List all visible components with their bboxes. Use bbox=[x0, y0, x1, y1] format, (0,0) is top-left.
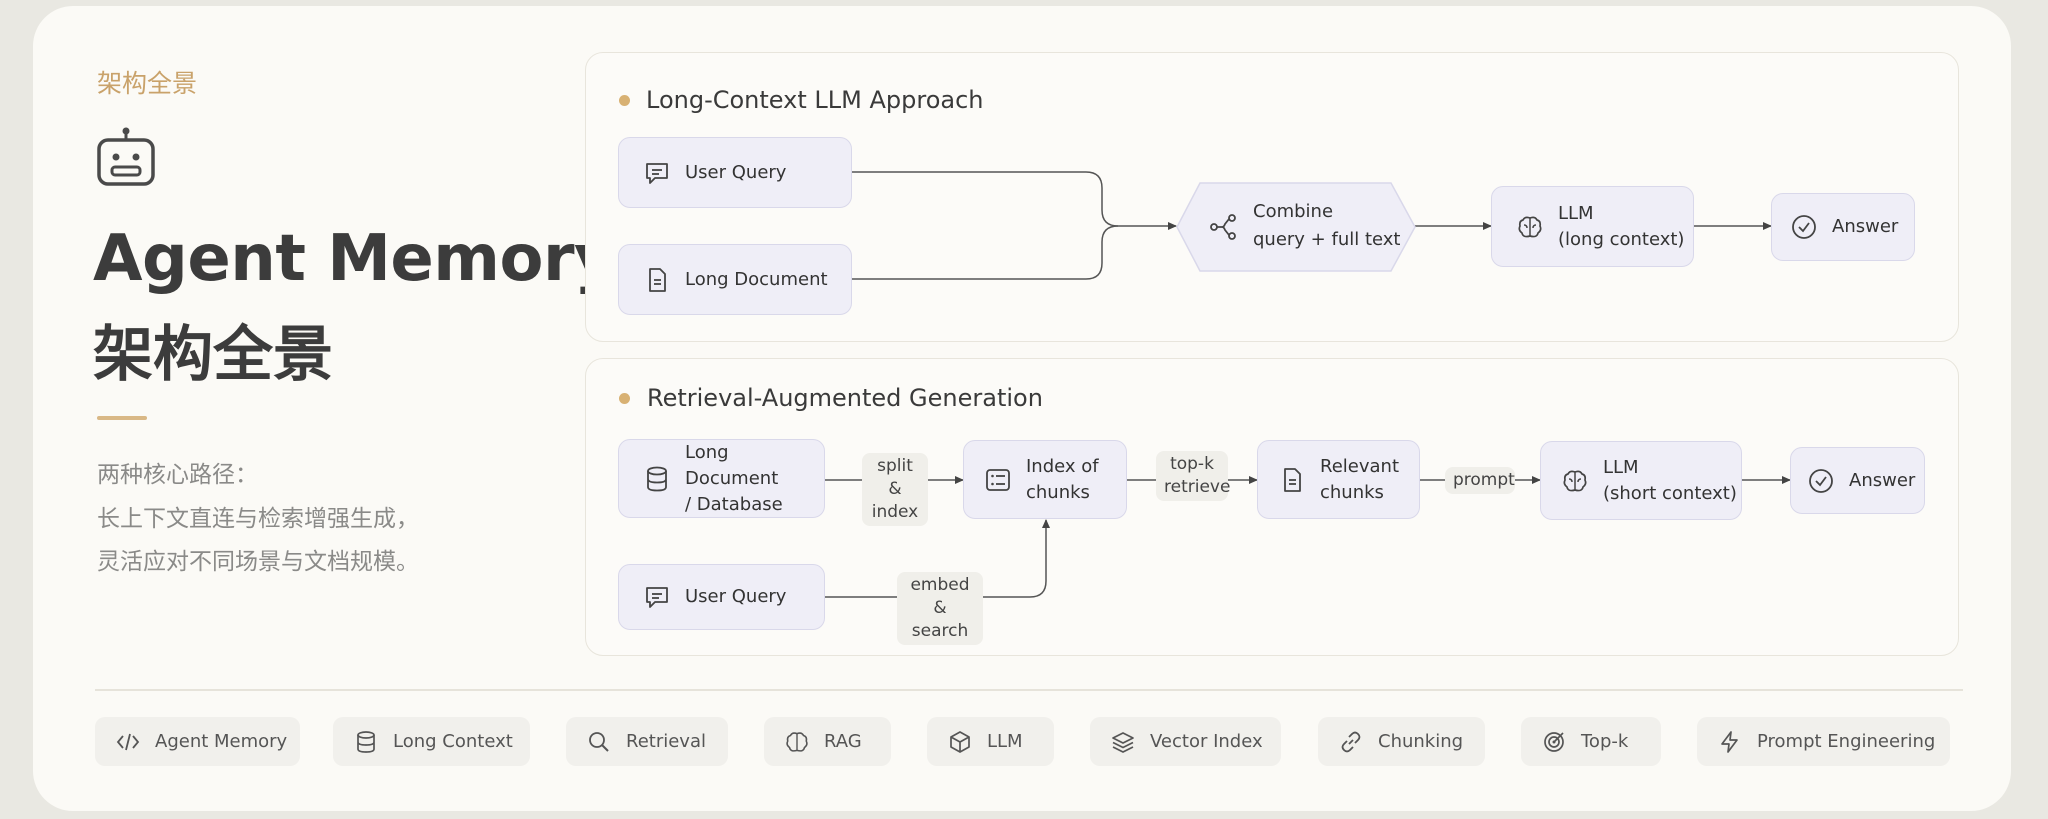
tag-vector-index[interactable]: Vector Index bbox=[1090, 717, 1281, 766]
link-icon bbox=[1341, 731, 1361, 752]
database-icon bbox=[647, 466, 667, 491]
edge-text: split & bbox=[877, 456, 913, 499]
tag-chunking[interactable]: Chunking bbox=[1318, 717, 1485, 766]
bolt-icon bbox=[1721, 730, 1738, 753]
check-circle-icon bbox=[1809, 468, 1833, 493]
tag-top-k[interactable]: Top-k bbox=[1521, 717, 1661, 766]
section-title-rag: Retrieval-Augmented Generation bbox=[647, 384, 1043, 412]
combine-label-2: query + full text bbox=[1253, 229, 1401, 250]
relevant-label-1: Relevant bbox=[1320, 455, 1399, 477]
tag-label: Retrieval bbox=[626, 731, 706, 752]
user-query-node: User Query bbox=[618, 564, 825, 630]
cube-icon bbox=[950, 730, 970, 753]
tag-label: Vector Index bbox=[1150, 731, 1263, 752]
chat-icon bbox=[646, 587, 668, 608]
relevant-chunks-node: Relevant chunks bbox=[1257, 440, 1420, 519]
tag-prompt-engineering[interactable]: Prompt Engineering bbox=[1697, 717, 1950, 766]
edge-label-embed-search: embed & search bbox=[897, 572, 983, 645]
edge-text: embed & bbox=[910, 575, 970, 618]
tag-label: Agent Memory bbox=[155, 731, 288, 752]
search-icon bbox=[589, 731, 609, 752]
code-icon bbox=[116, 733, 140, 750]
llm-long-context-node: LLM (long context) bbox=[1491, 186, 1694, 267]
long-document-database-node: Long Document / Database bbox=[618, 439, 825, 518]
index-of-chunks-node: Index of chunks bbox=[963, 440, 1127, 519]
llm-label-2: (long context) bbox=[1558, 228, 1685, 250]
node-label: Answer bbox=[1849, 469, 1916, 491]
tag-label: Long Context bbox=[393, 731, 513, 752]
node-label: User Query bbox=[685, 161, 787, 183]
section-bullet bbox=[619, 95, 630, 106]
tag-llm[interactable]: LLM bbox=[927, 717, 1054, 766]
tag-label: Prompt Engineering bbox=[1757, 731, 1936, 752]
database-icon bbox=[357, 730, 375, 753]
relevant-label-2: chunks bbox=[1320, 481, 1384, 503]
answer-node: Answer bbox=[1790, 447, 1925, 514]
document-icon bbox=[1284, 467, 1301, 492]
tag-label: Top-k bbox=[1581, 731, 1629, 752]
layers-icon bbox=[1112, 731, 1134, 753]
llm-label-1: LLM bbox=[1558, 202, 1594, 224]
tag-long-context[interactable]: Long Context bbox=[333, 717, 530, 766]
section-title-long-context: Long-Context LLM Approach bbox=[646, 86, 984, 114]
brain-icon bbox=[1518, 215, 1542, 237]
tag-agent-memory[interactable]: Agent Memory bbox=[95, 717, 300, 766]
edge-text: top-k bbox=[1170, 454, 1214, 474]
target-icon bbox=[1544, 731, 1564, 752]
branch-icon bbox=[1210, 214, 1236, 240]
node-label: Answer bbox=[1832, 216, 1899, 237]
long-document-node: Long Document bbox=[618, 244, 852, 315]
llm-label-2: (short context) bbox=[1603, 482, 1737, 504]
answer-node: Answer bbox=[1771, 193, 1915, 261]
tag-rag[interactable]: RAG bbox=[764, 717, 891, 766]
llm-label-1: LLM bbox=[1603, 456, 1639, 478]
edge-label-split-index: split & index bbox=[862, 453, 928, 526]
node-label: Long Document bbox=[685, 268, 828, 290]
brain-icon bbox=[1563, 469, 1587, 491]
edge-text: index bbox=[871, 502, 919, 522]
list-icon bbox=[986, 468, 1010, 491]
brain-icon bbox=[786, 731, 808, 752]
tag-label: LLM bbox=[987, 731, 1023, 752]
index-label-1: Index of bbox=[1026, 455, 1099, 477]
edge-label-prompt: prompt bbox=[1445, 467, 1515, 494]
user-query-node: User Query bbox=[618, 137, 852, 208]
db-label-1: Long Document bbox=[685, 441, 779, 489]
document-icon bbox=[649, 267, 666, 292]
edge-label-top-k: top-k retrieve bbox=[1156, 451, 1231, 501]
combine-label-1: Combine bbox=[1253, 201, 1334, 222]
check-circle-icon bbox=[1792, 215, 1816, 239]
edge-text: search bbox=[911, 621, 969, 641]
edge-text: retrieve bbox=[1164, 477, 1231, 497]
tag-label: RAG bbox=[824, 731, 862, 752]
db-label-2: / Database bbox=[685, 493, 783, 515]
tag-retrieval[interactable]: Retrieval bbox=[566, 717, 728, 766]
section-bullet bbox=[619, 393, 630, 404]
llm-short-context-node: LLM (short context) bbox=[1540, 441, 1742, 520]
node-label: User Query bbox=[685, 586, 787, 607]
chat-icon bbox=[646, 162, 668, 184]
index-label-2: chunks bbox=[1026, 481, 1090, 503]
tag-label: Chunking bbox=[1378, 731, 1464, 752]
footer-divider bbox=[95, 689, 1963, 691]
